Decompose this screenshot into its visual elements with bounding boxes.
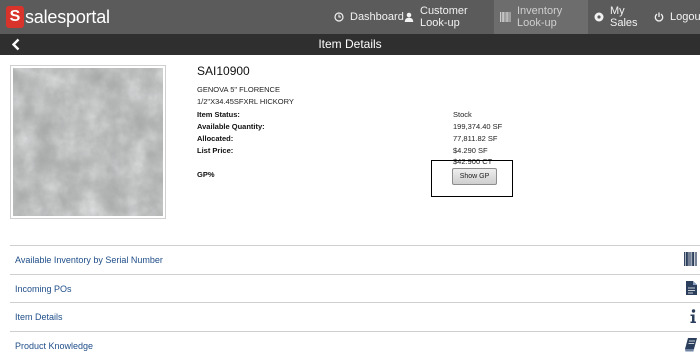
field-label-gp: GP% (197, 170, 215, 179)
person-icon (404, 12, 414, 22)
section-incoming-pos[interactable]: Incoming POs (10, 274, 700, 302)
document-icon (686, 281, 697, 300)
brand-badge: S (6, 6, 24, 28)
power-icon (654, 12, 664, 22)
back-button[interactable] (9, 37, 23, 52)
nav-inventory-lookup[interactable]: Inventory Look-up (494, 0, 588, 34)
field-value-available-quantity: 199,374.40 SF (453, 122, 503, 131)
field-value-list-price: $4.290 SF (453, 146, 488, 155)
item-description-line1: GENOVA 5" FLORENCE (197, 85, 280, 94)
section-label: Available Inventory by Serial Number (15, 255, 163, 265)
nav-label: Logout (670, 11, 700, 23)
item-description-line2: 1/2"X34.45SFXRL HICKORY (197, 97, 294, 106)
book-icon (685, 338, 697, 357)
field-value-item-status: Stock (453, 110, 472, 119)
info-icon (689, 309, 697, 328)
barcode-icon (684, 252, 697, 271)
brand-name: salesportal (25, 6, 110, 27)
field-label-list-price: List Price: (197, 146, 234, 155)
field-label-available-quantity: Available Quantity: (197, 122, 265, 131)
brand-logo[interactable]: S salesportal (6, 5, 110, 29)
top-nav: S salesportal Dashboard Customer Look-up… (0, 0, 700, 34)
nav-label: Dashboard (350, 11, 404, 23)
nav-logout[interactable]: Logout (648, 0, 700, 34)
show-gp-button[interactable]: Show GP (452, 168, 497, 185)
nav-label: Inventory Look-up (517, 5, 563, 29)
field-label-item-status: Item Status: (197, 110, 240, 119)
title-bar: Item Details (0, 34, 700, 55)
item-sku: SAI10900 (197, 64, 250, 78)
barcode-icon (500, 12, 511, 22)
circle-dot-icon (594, 12, 604, 22)
clock-icon (334, 12, 344, 22)
section-label: Product Knowledge (15, 341, 94, 351)
product-image (10, 65, 166, 219)
section-label: Incoming POs (15, 284, 72, 294)
section-product-knowledge[interactable]: Product Knowledge (10, 331, 700, 359)
nav-label: My Sales (610, 5, 638, 29)
nav-my-sales[interactable]: My Sales (588, 0, 648, 34)
field-value-allocated: 77,811.82 SF (453, 134, 498, 143)
field-label-allocated: Allocated: (197, 134, 234, 143)
section-item-details[interactable]: Item Details (10, 302, 700, 330)
section-available-inventory[interactable]: Available Inventory by Serial Number (10, 245, 700, 273)
section-label: Item Details (15, 312, 63, 322)
nav-dashboard[interactable]: Dashboard (328, 0, 404, 34)
chevron-left-icon (11, 38, 20, 51)
nav-customer-lookup[interactable]: Customer Look-up (398, 0, 494, 34)
nav-label: Customer Look-up (420, 5, 468, 29)
page-title: Item Details (318, 37, 382, 51)
